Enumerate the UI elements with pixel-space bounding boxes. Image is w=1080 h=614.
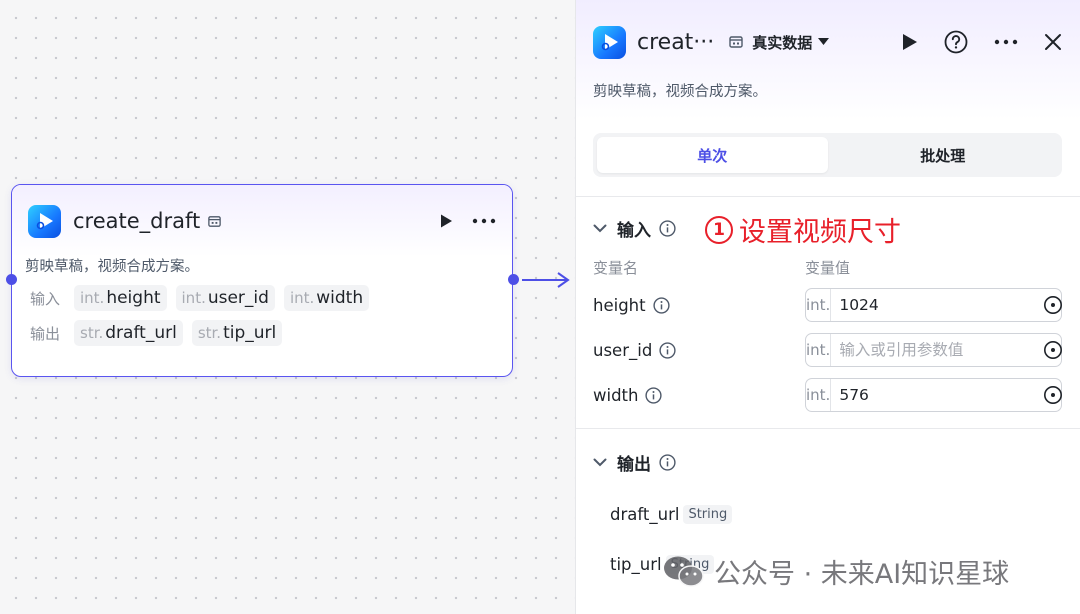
chip-name: width [316, 288, 364, 308]
param-type: int. [806, 334, 832, 366]
chip-name: user_id [207, 288, 269, 308]
reference-variable-icon[interactable] [1043, 385, 1063, 405]
close-icon[interactable] [1044, 33, 1062, 51]
store-icon [728, 34, 744, 50]
param-field-width: int. [805, 378, 1063, 412]
run-mode-tabs: 单次 批处理 [593, 133, 1062, 177]
info-icon[interactable] [652, 296, 670, 314]
param-name: user_id [593, 341, 676, 360]
reference-variable-icon[interactable] [1043, 295, 1063, 315]
output-name: draft_url [610, 505, 680, 524]
create-draft-node[interactable]: create_draft 剪映草稿，视频合成方案。 输入 int. height … [11, 184, 513, 377]
caret-down-icon [818, 38, 830, 45]
tab-single[interactable]: 单次 [597, 137, 828, 173]
info-icon[interactable] [659, 341, 676, 359]
reference-variable-icon[interactable] [1043, 340, 1063, 360]
node-inputs-label: 输入 [30, 289, 61, 308]
more-options-icon[interactable] [994, 39, 1018, 45]
node-output-port[interactable] [508, 274, 519, 285]
panel-title: creat··· [637, 29, 715, 55]
node-input-chip: int. height [74, 285, 167, 311]
chevron-down-icon[interactable] [593, 458, 607, 467]
capcut-logo-icon [593, 25, 626, 59]
output-item-draft-url: draft_url String [610, 505, 733, 524]
node-test-panel: creat··· 真实数据 剪映草稿，视频合成方案。 单次 批处理 输入 变量名… [575, 0, 1080, 614]
annotation-text: 设置视频尺寸 [739, 217, 901, 248]
node-inputs-row: 输入 int. height int. user_id int. width [12, 285, 512, 311]
output-name: tip_url [610, 555, 662, 574]
data-mode-select[interactable]: 真实数据 [752, 32, 830, 53]
param-name-label: height [593, 295, 646, 315]
node-title: create_draft [73, 209, 201, 233]
user-id-input[interactable] [831, 341, 1044, 359]
chip-type: int. [181, 289, 206, 307]
width-input[interactable] [831, 386, 1044, 404]
wechat-logo-icon [662, 554, 706, 590]
chip-name: tip_url [223, 323, 277, 343]
capcut-logo-icon [28, 204, 61, 238]
input-section-header[interactable]: 输入 [593, 213, 676, 243]
chip-type: int. [80, 289, 105, 307]
param-field-height: int. [805, 288, 1063, 322]
arrow-right-icon [520, 270, 572, 294]
param-row-user-id: user_id int. [593, 333, 1063, 367]
output-section-header[interactable]: 输出 [593, 447, 676, 477]
col-header-value: 变量值 [805, 259, 851, 277]
param-name-label: width [593, 385, 639, 405]
divider [576, 428, 1080, 429]
annotation-set-video-size: 1 设置视频尺寸 [705, 210, 901, 249]
node-input-chip: int. width [283, 285, 370, 311]
height-input[interactable] [831, 296, 1044, 314]
run-node-button[interactable] [438, 213, 454, 229]
info-icon[interactable] [659, 453, 676, 471]
panel-description: 剪映草稿，视频合成方案。 [593, 84, 767, 100]
node-output-chip: str. tip_url [191, 320, 283, 346]
chip-name: draft_url [105, 323, 177, 343]
store-icon [207, 214, 222, 229]
chip-name: height [106, 288, 161, 308]
col-header-name: 变量名 [593, 259, 639, 277]
node-output-chip: str. draft_url [74, 320, 183, 346]
node-input-chip: int. user_id [175, 285, 275, 311]
node-outputs-label: 输出 [30, 324, 61, 343]
param-name: width [593, 385, 663, 405]
param-name-label: user_id [593, 340, 653, 360]
chip-type: int. [289, 289, 315, 307]
annotation-number: 1 [705, 215, 733, 244]
param-field-user-id: int. [805, 333, 1063, 367]
help-icon[interactable] [944, 30, 968, 54]
chip-type: str. [80, 324, 104, 342]
param-name: height [593, 296, 670, 315]
param-type: int. [806, 289, 832, 321]
info-icon[interactable] [659, 219, 676, 237]
more-options-icon[interactable] [472, 218, 496, 224]
node-input-port[interactable] [6, 274, 17, 285]
tab-batch[interactable]: 批处理 [828, 137, 1059, 173]
chip-type: str. [197, 324, 222, 342]
data-mode-label: 真实数据 [752, 33, 813, 52]
node-header: create_draft [12, 185, 512, 257]
param-type: int. [806, 379, 832, 411]
param-row-width: width int. [593, 378, 1063, 412]
chevron-down-icon[interactable] [593, 224, 607, 233]
input-section-title: 输入 [617, 220, 651, 241]
node-description: 剪映草稿，视频合成方案。 [25, 259, 199, 275]
output-type-tag: String [683, 505, 733, 524]
param-row-height: height int. [593, 288, 1063, 322]
divider [576, 196, 1080, 197]
watermark-text: 公众号 · 未来AI知识星球 [714, 559, 1010, 590]
info-icon[interactable] [645, 386, 663, 404]
watermark: 公众号 · 未来AI知识星球 [662, 552, 1009, 591]
run-button[interactable] [901, 33, 918, 51]
panel-header: creat··· 真实数据 剪映草稿，视频合成方案。 [576, 0, 1080, 120]
node-outputs-row: 输出 str. draft_url str. tip_url [12, 320, 512, 346]
output-section-title: 输出 [617, 454, 651, 475]
